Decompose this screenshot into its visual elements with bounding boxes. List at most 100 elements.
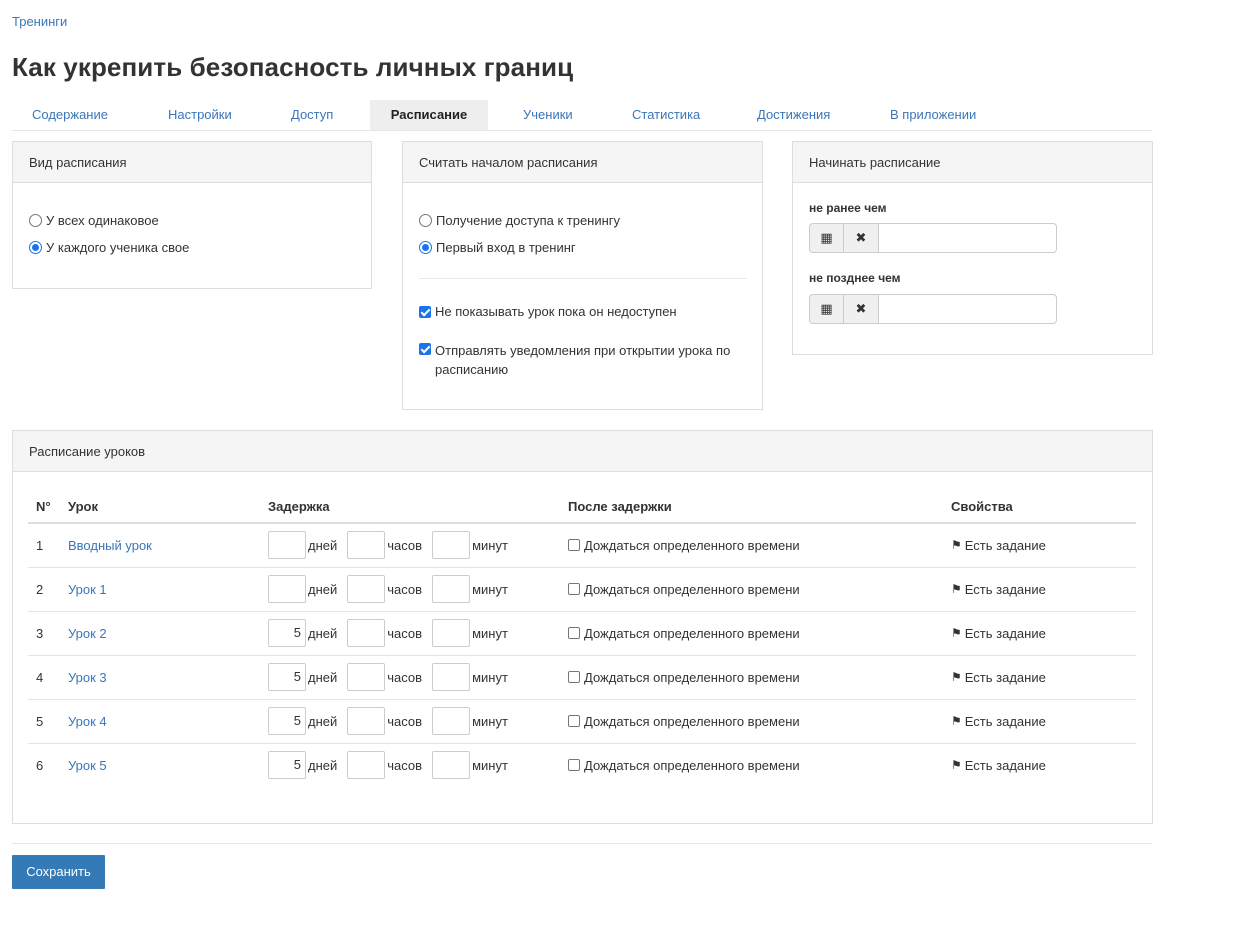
col-delay: Задержка [268,490,568,524]
not-later-date-group: ▦ ✖ [809,294,1057,324]
wait-checkbox[interactable] [568,715,580,727]
row-num: 2 [28,566,68,611]
lesson-link[interactable]: Урок 5 [68,758,107,773]
calendar-icon[interactable]: ▦ [809,294,844,324]
lesson-link[interactable]: Урок 1 [68,582,107,597]
flag-icon: ⚑ [951,538,962,553]
has-task-label: Есть задание [964,625,1046,641]
minutes-input[interactable] [432,707,471,735]
hide-unavailable-lesson[interactable]: Не показывать урок пока он недоступен [419,304,677,319]
hours-unit: часов [387,581,423,597]
tab-schedule[interactable]: Расписание [370,100,488,130]
hours-input[interactable] [347,751,386,780]
start-option-access[interactable]: Получение доступа к тренингу [419,213,620,228]
col-after: После задержки [568,490,951,524]
checkbox-hide-unavailable-label: Не показывать урок пока он недоступен [435,304,677,319]
clear-icon[interactable]: ✖ [844,223,879,253]
tab-settings[interactable]: Настройки [168,100,232,130]
minutes-unit: минут [472,537,508,553]
days-input[interactable]: 5 [268,663,306,691]
wait-checkbox[interactable] [568,759,580,772]
tab-content[interactable]: Содержание [32,100,108,130]
start-option-first-entry[interactable]: Первый вход в тренинг [419,240,576,255]
tab-bar: Содержание Настройки Доступ Расписание У… [12,100,1152,131]
hours-unit: часов [387,537,423,553]
lesson-link[interactable]: Урок 3 [68,670,107,685]
save-button[interactable]: Сохранить [12,855,105,889]
hours-unit: часов [387,669,423,685]
days-input[interactable]: 5 [268,751,306,780]
tab-statistics[interactable]: Статистика [632,100,700,130]
page: Тренинги Как укрепить безопасность личны… [0,0,1253,929]
wait-checkbox[interactable] [568,627,580,639]
has-task-label: Есть задание [964,581,1046,597]
radio-access[interactable] [419,214,432,227]
begin-schedule-heading: Начинать расписание [793,142,1152,183]
wait-checkbox[interactable] [568,583,580,595]
tab-in-app[interactable]: В приложении [890,100,976,130]
schedule-start-panel: Считать началом расписания Получение дос… [402,141,763,410]
tab-achievements[interactable]: Достижения [757,100,830,130]
col-num: N° [28,490,68,524]
radio-first-entry-label: Первый вход в тренинг [436,240,576,255]
checkbox-send-notifications-label: Отправлять уведомления при открытии урок… [435,343,731,377]
checkbox-send-notifications[interactable] [419,343,431,355]
hours-input[interactable] [347,707,386,735]
flag-icon: ⚑ [951,582,962,596]
has-task-label: Есть задание [964,757,1046,773]
minutes-input[interactable] [432,531,471,560]
lesson-link[interactable]: Вводный урок [68,538,152,553]
radio-first-entry[interactable] [419,241,432,254]
schedule-type-option-individual[interactable]: У каждого ученика свое [29,240,189,255]
has-task-label: Есть задание [964,713,1046,729]
hours-input[interactable] [347,531,386,560]
days-input[interactable]: 5 [268,707,306,735]
hours-input[interactable] [347,663,386,691]
lessons-schedule-heading: Расписание уроков [13,431,1152,472]
calendar-icon[interactable]: ▦ [809,223,844,253]
flag-icon: ⚑ [951,758,962,773]
not-earlier-date-input[interactable] [879,223,1057,253]
row-num: 6 [28,742,68,787]
lessons-table: N° Урок Задержка После задержки Свойства… [28,490,1136,787]
days-unit: дней [308,757,338,773]
tab-students[interactable]: Ученики [523,100,573,130]
radio-individual-label: У каждого ученика свое [46,240,190,255]
table-row: 6 Урок 5 5 дней часов минут Дождаться опр… [28,742,1136,787]
breadcrumb-trainings[interactable]: Тренинги [12,14,67,29]
days-input[interactable] [268,575,306,603]
not-earlier-date-group: ▦ ✖ [809,223,1057,253]
flag-icon: ⚑ [951,714,962,728]
minutes-input[interactable] [432,751,471,780]
has-task-label: Есть задание [964,537,1046,553]
clear-icon[interactable]: ✖ [844,294,879,324]
days-input[interactable]: 5 [268,619,306,647]
radio-individual[interactable] [29,241,42,254]
lesson-link[interactable]: Урок 4 [68,714,107,729]
hours-input[interactable] [347,575,386,603]
days-input[interactable] [268,531,306,560]
checkbox-hide-unavailable[interactable] [419,305,431,318]
tab-access[interactable]: Доступ [291,100,333,130]
wait-checkbox[interactable] [568,671,580,683]
not-later-date-input[interactable] [879,294,1057,324]
minutes-unit: минут [472,757,508,773]
send-notifications[interactable]: Отправлять уведомления при открытии урок… [419,341,749,379]
wait-checkbox[interactable] [568,539,580,552]
table-row: 3 Урок 2 5 дней часов минут Дождаться опр… [28,610,1136,655]
schedule-type-option-same[interactable]: У всех одинаковое [29,213,159,228]
wait-label: Дождаться определенного времени [584,669,800,685]
wait-label: Дождаться определенного времени [584,757,800,773]
minutes-input[interactable] [432,619,471,647]
divider [12,843,1152,844]
divider [419,278,747,279]
table-row: 4 Урок 3 5 дней часов минут Дождаться опр… [28,654,1136,699]
radio-same[interactable] [29,214,42,227]
page-title: Как укрепить безопасность личных границ [12,52,574,82]
table-row: 1 Вводный урок дней часов минут Дождатьс… [28,523,1136,567]
minutes-input[interactable] [432,663,471,691]
hours-input[interactable] [347,619,386,647]
lesson-link[interactable]: Урок 2 [68,626,107,641]
schedule-type-panel: Вид расписания У всех одинаковое У каждо… [12,141,372,289]
minutes-input[interactable] [432,575,471,603]
